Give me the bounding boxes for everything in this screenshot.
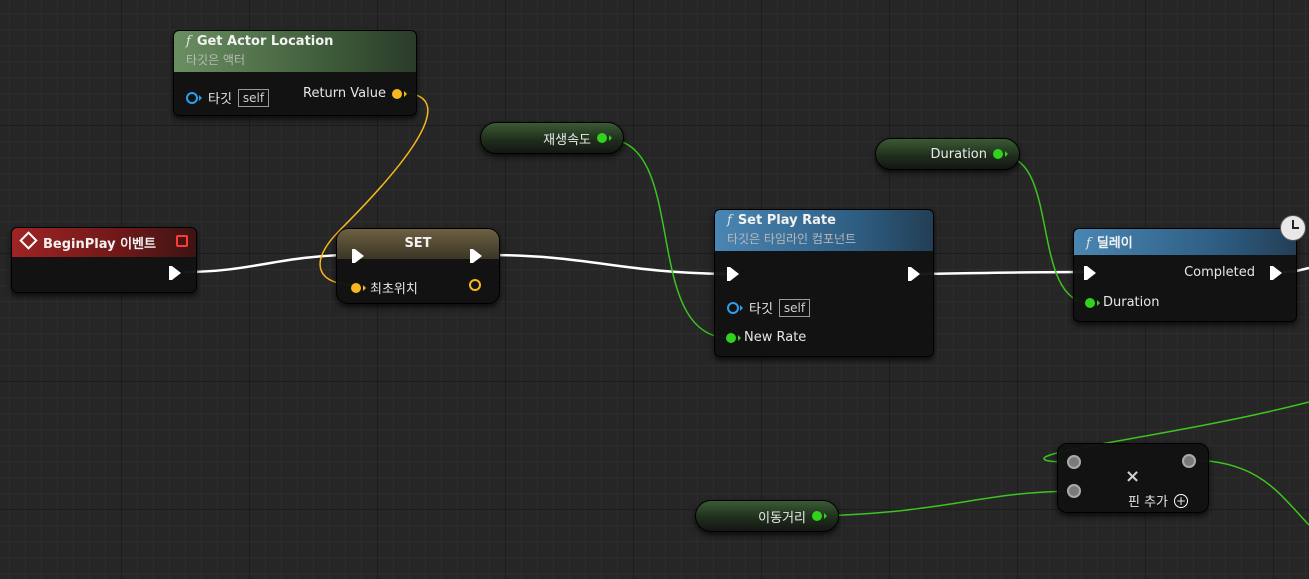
input-b-pin[interactable] [1067, 484, 1081, 498]
exec-wire-set-setplayrate [486, 253, 729, 276]
exec-pin-icon[interactable] [1270, 265, 1282, 280]
node-title: BeginPlay 이벤트 [43, 237, 156, 252]
object-pin-icon[interactable] [186, 91, 202, 104]
delay-header: f 딜레이 [1074, 229, 1296, 255]
variable-label: Duration [930, 146, 987, 162]
return-value-pin[interactable]: Return Value [303, 86, 407, 101]
duration-pin[interactable]: Duration [1085, 295, 1159, 310]
function-icon: f [1086, 236, 1091, 251]
stop-icon [176, 235, 188, 247]
initial-location-label: 최초위치 [370, 282, 418, 297]
plus-icon[interactable]: + [1174, 493, 1189, 508]
exec-out-pin[interactable] [169, 266, 181, 280]
float-pin-icon[interactable] [1182, 454, 1196, 468]
get-actor-location-node[interactable]: f Get Actor Location 타깃은 액터 타깃 self Retur… [173, 30, 417, 116]
event-diamond-icon [19, 231, 38, 250]
variable-label: 이동거리 [758, 510, 806, 526]
delay-node[interactable]: f 딜레이 Completed Duration [1073, 228, 1297, 322]
exec-wire-setplayrate-delay [919, 270, 1087, 276]
float-pin-icon[interactable] [1067, 455, 1081, 469]
new-rate-pin[interactable]: New Rate [726, 330, 806, 345]
clock-icon [1280, 215, 1306, 241]
add-pin-label: 핀 추가 [1128, 495, 1169, 510]
completed-pin[interactable]: Completed [1184, 265, 1282, 280]
self-box: self [237, 88, 270, 107]
exec-out-pin[interactable] [908, 267, 920, 281]
exec-pin-icon[interactable] [908, 267, 920, 281]
function-icon: f [186, 34, 191, 49]
node-subtitle: 타깃은 타임라인 컴포넌트 [727, 232, 857, 246]
return-value-label: Return Value [303, 86, 386, 101]
self-box: self [778, 298, 811, 317]
float-wire-speed-rate [605, 138, 729, 339]
vector-pin-icon[interactable] [392, 88, 407, 99]
duration-label: Duration [1103, 295, 1160, 310]
float-pin-icon[interactable] [1085, 297, 1100, 308]
initial-location-out-pin[interactable] [469, 279, 481, 291]
multiply-icon: × [1125, 466, 1141, 487]
node-title: Set Play Rate [737, 213, 836, 228]
begin-play-header: BeginPlay 이벤트 [12, 228, 196, 257]
exec-pin-icon[interactable] [169, 266, 181, 280]
exec-in-pin[interactable] [1084, 266, 1096, 280]
exec-wire-beginplay-set [184, 253, 349, 274]
initial-location-pin[interactable]: 최초위치 [351, 278, 418, 297]
new-rate-label: New Rate [744, 330, 807, 345]
get-actor-location-header: f Get Actor Location 타깃은 액터 [174, 31, 416, 72]
vector-out-pin-icon[interactable] [469, 279, 481, 291]
exec-pin-icon[interactable] [470, 249, 482, 263]
float-pin-icon[interactable] [1067, 484, 1081, 498]
output-pin[interactable] [1182, 454, 1196, 468]
node-title: Get Actor Location [196, 34, 334, 49]
node-title: 딜레이 [1096, 236, 1133, 251]
exec-pin-icon[interactable] [352, 249, 364, 263]
play-speed-variable[interactable]: 재생속도 [480, 122, 624, 154]
duration-variable[interactable]: Duration [875, 138, 1020, 170]
exec-in-pin[interactable] [352, 249, 364, 263]
add-pin-button[interactable]: 핀 추가 + [1128, 491, 1189, 510]
begin-play-node[interactable]: BeginPlay 이벤트 [11, 227, 197, 293]
object-pin-icon[interactable] [727, 301, 743, 314]
set-play-rate-header: f Set Play Rate 타깃은 타임라인 컴포넌트 [715, 210, 933, 251]
float-pin-icon[interactable] [597, 133, 612, 143]
completed-label: Completed [1184, 265, 1255, 280]
variable-label: 재생속도 [543, 132, 591, 148]
float-pin-icon[interactable] [993, 149, 1008, 159]
input-a-pin[interactable] [1067, 455, 1081, 469]
node-title: SET [404, 236, 432, 251]
set-node[interactable]: SET 최초위치 [336, 228, 500, 304]
exec-in-pin[interactable] [727, 267, 739, 281]
exec-out-pin[interactable] [470, 249, 482, 263]
exec-pin-icon[interactable] [727, 267, 739, 281]
function-icon: f [727, 213, 732, 228]
multiply-node[interactable]: × 핀 추가 + [1057, 443, 1209, 513]
target-pin[interactable]: 타깃 self [727, 298, 811, 317]
target-label: 타깃 [208, 92, 232, 107]
vector-pin-icon[interactable] [351, 282, 366, 293]
float-wire-distance-multiply [821, 490, 1075, 517]
target-label: 타깃 [749, 302, 773, 317]
set-play-rate-node[interactable]: f Set Play Rate 타깃은 타임라인 컴포넌트 타깃 self New… [714, 209, 934, 357]
move-distance-variable[interactable]: 이동거리 [695, 500, 839, 532]
float-pin-icon[interactable] [726, 332, 741, 343]
float-pin-icon[interactable] [812, 511, 827, 521]
target-pin[interactable]: 타깃 self [186, 88, 270, 107]
node-subtitle: 타깃은 액터 [186, 53, 246, 67]
exec-pin-icon[interactable] [1084, 266, 1096, 280]
